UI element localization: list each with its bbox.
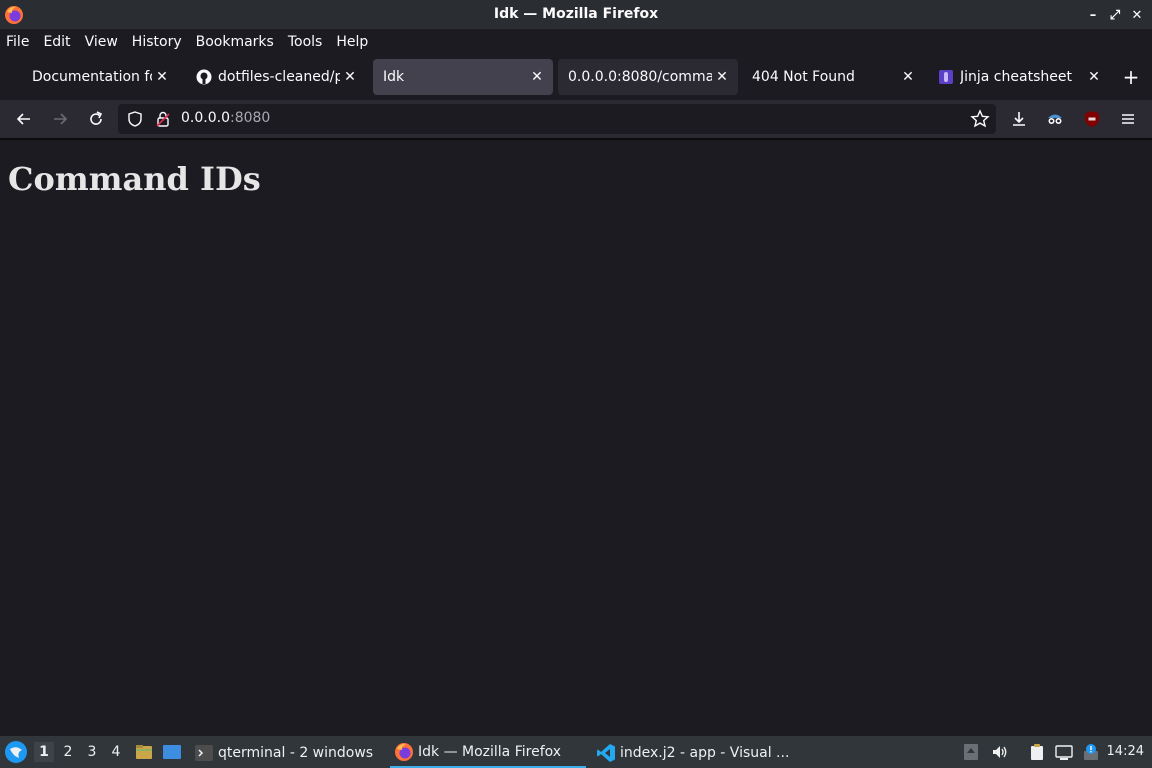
task-vscode[interactable]: index.j2 - app - Visual ... (592, 738, 792, 768)
ublock-button[interactable] (1080, 107, 1104, 131)
tab-title: dotfiles-cleaned/py (218, 69, 340, 85)
tab-idk[interactable]: Idk ✕ (373, 59, 553, 95)
tab-title: Jinja cheatsheet (960, 69, 1072, 85)
task-firefox[interactable]: Idk — Mozilla Firefox (390, 738, 586, 768)
url-host: 0.0.0.0 (181, 110, 230, 126)
tab-close-icon[interactable]: ✕ (152, 69, 172, 85)
minimize-button[interactable]: – (1084, 6, 1102, 24)
terminal-icon (195, 745, 213, 761)
menu-tools[interactable]: Tools (288, 34, 323, 50)
url-bar[interactable]: 0.0.0.0:8080 (118, 104, 996, 134)
reload-icon (90, 111, 103, 125)
hamburger-menu-icon (1122, 114, 1134, 124)
menu-view[interactable]: View (85, 34, 118, 50)
spy-extension-icon (1048, 114, 1062, 124)
download-icon (1013, 112, 1025, 126)
vscode-icon (597, 744, 615, 762)
new-tab-button[interactable]: + (1120, 67, 1142, 89)
volume-icon[interactable] (991, 743, 1009, 761)
github-icon (196, 69, 212, 85)
notification-icon[interactable] (1082, 743, 1100, 761)
file-manager-icon[interactable] (134, 742, 154, 762)
task-qterminal[interactable]: qterminal - 2 windows (190, 738, 380, 768)
show-desktop-icon[interactable] (162, 742, 182, 762)
tab-close-icon[interactable]: ✕ (340, 69, 360, 85)
tab-close-icon[interactable]: ✕ (712, 69, 732, 85)
desktop-2[interactable]: 2 (58, 742, 78, 762)
ublock-origin-icon (1085, 111, 1099, 127)
navigation-toolbar: 0.0.0.0:8080 (0, 100, 1152, 138)
url-text[interactable]: 0.0.0.0:8080 (181, 110, 270, 126)
tab-title: 404 Not Found (752, 69, 855, 85)
tab-title: Documentation for (32, 69, 152, 85)
task-label: index.j2 - app - Visual ... (620, 745, 790, 761)
tab-jinja[interactable]: Jinja cheatsheet ✕ (928, 59, 1110, 95)
desktop-1[interactable]: 1 (34, 742, 54, 762)
menu-bookmarks[interactable]: Bookmarks (196, 34, 274, 50)
back-button[interactable] (12, 107, 36, 131)
menu-help[interactable]: Help (336, 34, 368, 50)
menu-edit[interactable]: Edit (43, 34, 70, 50)
clipboard-icon[interactable] (1028, 743, 1046, 761)
reload-button[interactable] (84, 107, 108, 131)
tab-strip: Documentation for ✕ dotfiles-cleaned/py … (0, 55, 1152, 100)
tab-title: Idk (383, 69, 405, 85)
tab-close-icon[interactable]: ✕ (1084, 69, 1104, 85)
desktop-3[interactable]: 3 (82, 742, 102, 762)
tray-arrow-up-icon[interactable] (962, 743, 980, 761)
network-icon[interactable] (1055, 743, 1073, 761)
tab-404[interactable]: 404 Not Found ✕ (742, 59, 924, 95)
maximize-button[interactable]: ⤢ (1106, 6, 1124, 24)
clock[interactable]: 14:24 (1107, 744, 1144, 759)
tab-dotfiles[interactable]: dotfiles-cleaned/py ✕ (186, 59, 366, 95)
menu-history[interactable]: History (132, 34, 182, 50)
firefox-icon (395, 743, 413, 761)
page-content: Command IDs (0, 140, 1152, 736)
arrow-right-icon (54, 113, 68, 125)
url-port: :8080 (229, 110, 271, 126)
arrow-left-icon (16, 113, 30, 125)
page-heading: Command IDs (8, 160, 261, 198)
tab-close-icon[interactable]: ✕ (527, 69, 547, 85)
window-titlebar: Idk — Mozilla Firefox – ⤢ ✕ (0, 0, 1152, 29)
task-label: Idk — Mozilla Firefox (418, 744, 562, 760)
downloads-button[interactable] (1007, 107, 1031, 131)
task-label: qterminal - 2 windows (218, 745, 374, 761)
bookmark-star-icon[interactable] (970, 109, 990, 129)
jinja-icon (939, 70, 953, 84)
tab-commands[interactable]: 0.0.0.0:8080/comman ✕ (558, 59, 738, 95)
desktop-4[interactable]: 4 (106, 742, 126, 762)
tab-title: 0.0.0.0:8080/comman (568, 69, 712, 85)
lock-icon[interactable] (154, 110, 172, 128)
taskbar: 1 2 3 4 qterminal - 2 windows Idk — Mozi… (0, 736, 1152, 768)
menu-file[interactable]: File (6, 34, 29, 50)
window-title: Idk — Mozilla Firefox (493, 6, 659, 22)
tab-documentation[interactable]: Documentation for ✕ (22, 59, 178, 95)
start-menu-icon[interactable] (4, 740, 28, 764)
close-window-button[interactable]: ✕ (1128, 6, 1146, 24)
extension-button[interactable] (1043, 107, 1067, 131)
app-menu-button[interactable] (1116, 107, 1140, 131)
tab-close-icon[interactable]: ✕ (898, 69, 918, 85)
forward-button[interactable] (48, 107, 72, 131)
menu-bar: File Edit View History Bookmarks Tools H… (0, 29, 1152, 55)
shield-icon[interactable] (126, 110, 144, 128)
